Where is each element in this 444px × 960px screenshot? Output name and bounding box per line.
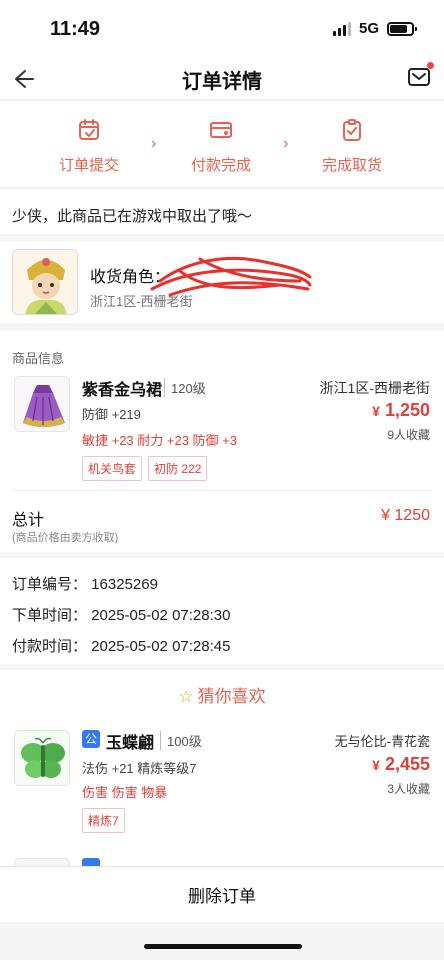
item-tags: 机关鸟套 初防 222	[82, 456, 208, 481]
character-avatar-image	[13, 250, 77, 314]
order-info: 订单编号： 16325269 下单时间： 2025-05-02 07:28:30…	[0, 558, 444, 664]
home-indicator[interactable]	[144, 944, 302, 949]
message-button[interactable]	[406, 62, 434, 90]
order-paid-time: 付款时间： 2025-05-02 07:28:45	[12, 638, 231, 655]
item-image[interactable]	[14, 376, 70, 432]
status-time: 11:49	[50, 18, 101, 40]
total-label: 总计	[12, 512, 45, 529]
step-label: 付款完成	[190, 157, 251, 174]
calendar-check-icon	[79, 119, 99, 140]
recommendations-title-text: 猜你喜欢	[197, 687, 266, 706]
currency-symbol: ¥	[372, 757, 380, 773]
currency-symbol: ¥	[372, 403, 380, 419]
recommendations-title: ☆ 猜你喜欢	[0, 682, 444, 707]
order-progress: 订单提交 › 付款完成 › 完成取货	[0, 101, 444, 187]
status-icons: 5G	[332, 20, 417, 37]
star-icon: ☆	[178, 687, 194, 706]
order-created-time: 下单时间： 2025-05-02 07:28:30	[12, 607, 231, 624]
item-tag: 机关鸟套	[82, 456, 143, 481]
receiver-server: 浙江1区-西栅老街	[90, 294, 193, 309]
page-title: 订单详情	[182, 71, 262, 93]
item-bonus: 敏捷 +23 耐力 +23 防御 +3	[82, 433, 237, 448]
recommended-item-image[interactable]	[14, 730, 70, 786]
recommended-item-bonus: 伤害 伤害 物暴	[82, 785, 168, 800]
step-label: 完成取货	[321, 157, 382, 174]
goods-info: 商品信息 紫香金乌裙 120级 浙江1区-西栅老街 防御 +219 ¥1,250…	[0, 330, 444, 552]
recommended-item-level: 100级	[160, 731, 202, 750]
notification-dot	[427, 62, 434, 69]
recommended-item-tag: 精炼7	[82, 808, 125, 833]
delete-order-button[interactable]: 删除订单	[0, 882, 444, 907]
bottom-action-bar: 删除订单	[0, 866, 444, 922]
recommended-item-server: 无与伦比-青花瓷	[334, 734, 430, 749]
jade-butterfly-image	[21, 737, 65, 778]
chevron-right-icon: ›	[283, 135, 289, 152]
recommendations: ☆ 猜你喜欢 公 玉蝶翩 100级 无与伦比-青花瓷 法伤 +21 精炼等级7 ¥…	[0, 670, 444, 870]
step-label: 订单提交	[58, 157, 119, 174]
recommended-item-attribute: 法伤 +21 精炼等级7	[82, 761, 197, 776]
step-pickup-complete: 完成取货	[297, 117, 407, 175]
skirt-image	[23, 385, 65, 427]
total-value: ¥ 1250	[381, 507, 430, 524]
avatar	[12, 249, 78, 315]
recommended-item-price: ¥2,455	[372, 754, 430, 775]
official-badge: 公	[82, 730, 100, 748]
recommended-item-name[interactable]: 玉蝶翩	[106, 729, 154, 753]
step-order-submitted: 订单提交	[34, 117, 144, 175]
divider	[12, 490, 432, 491]
item-price: ¥1,250	[372, 400, 430, 421]
battery-icon	[387, 21, 417, 36]
clipboard-check-icon	[343, 119, 361, 141]
item-attribute: 防御 +219	[82, 407, 141, 422]
item-name[interactable]: 紫香金乌裙	[82, 376, 162, 400]
signal-icon	[332, 21, 351, 36]
status-bar: 11:49 5G	[0, 0, 444, 58]
item-server: 浙江1区-西栅老街	[319, 380, 430, 396]
nav-bar: 订单详情	[0, 58, 444, 100]
price-value: 1,250	[384, 400, 430, 420]
step-payment-complete: 付款完成	[166, 117, 276, 175]
item-favorites: 9人收藏	[387, 428, 430, 442]
network-label: 5G	[358, 20, 379, 37]
item-tag: 初防 222	[148, 456, 208, 481]
order-number[interactable]: 订单编号： 16325269	[12, 573, 158, 594]
receiver-role-card: 收货角色： 浙江1区-西栅老街	[0, 235, 444, 323]
section-title: 商品信息	[12, 351, 65, 366]
recommended-item-favorites: 3人收藏	[387, 782, 430, 796]
card-icon	[210, 122, 232, 138]
item-level: 120级	[164, 378, 206, 397]
price-value: 2,455	[384, 754, 430, 774]
chevron-right-icon: ›	[151, 135, 157, 152]
pickup-notice: 少侠，此商品已在游戏中取出了哦～	[0, 188, 444, 234]
total-note: (商品价格由卖方收取)	[12, 532, 119, 544]
home-indicator-area	[0, 922, 444, 960]
